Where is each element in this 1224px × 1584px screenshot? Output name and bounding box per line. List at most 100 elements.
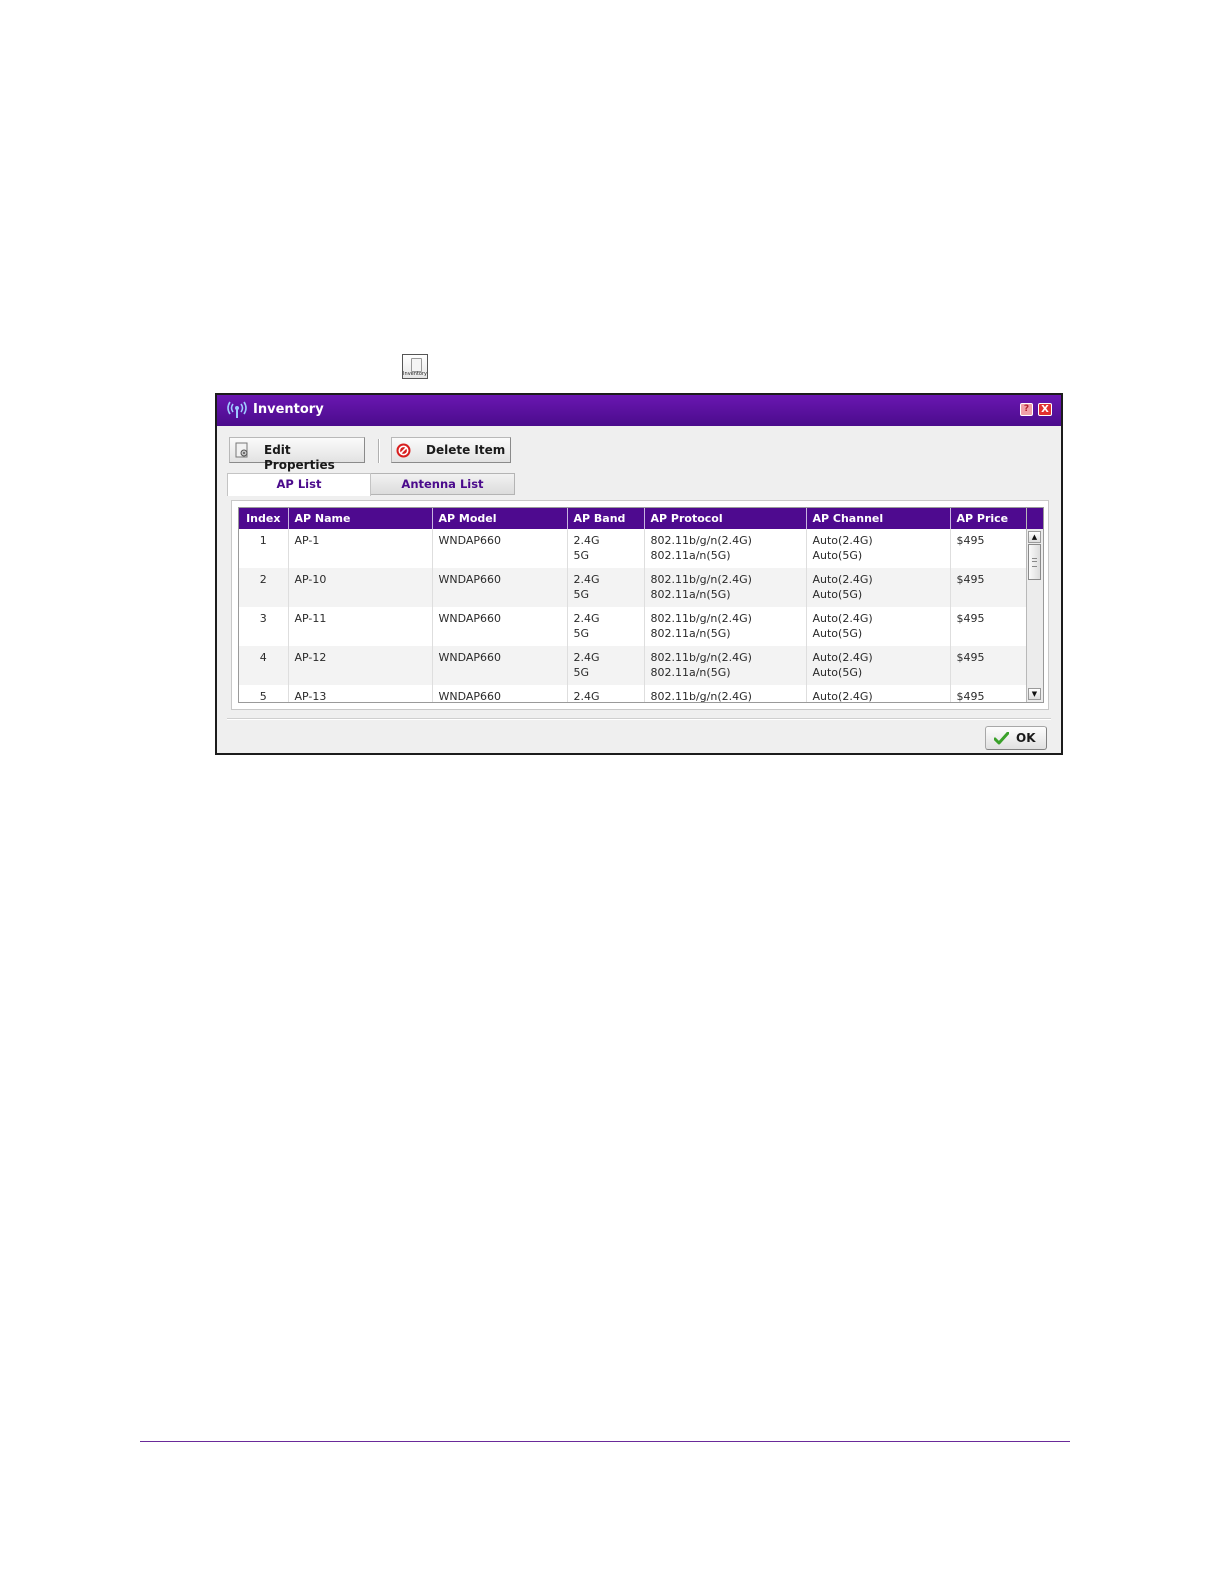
cell-ap-protocol: 802.11b/g/n(2.4G) 802.11a/n(5G) [644, 607, 807, 646]
column-header-ap-price[interactable]: AP Price [950, 508, 1027, 529]
cell-ap-band: 2.4G 5G [567, 529, 645, 568]
band-line: 2.4G [573, 651, 600, 664]
band-line: 5G [573, 627, 590, 640]
table-row[interactable]: 4 AP-12 WNDAP660 2.4G 5G 802.11b/g/n(2.4G… [239, 646, 1027, 685]
cell-ap-model: WNDAP660 [432, 607, 568, 646]
cell-ap-model: WNDAP660 [432, 529, 568, 568]
band-line: 2.4G [573, 573, 600, 586]
page-footer-rule [140, 1441, 1070, 1442]
table-scrollbar[interactable]: ▲ ▼ [1026, 508, 1043, 702]
wireless-antenna-icon [227, 401, 247, 418]
protocol-line: 802.11b/g/n(2.4G) [650, 690, 752, 703]
scroll-down-icon[interactable]: ▼ [1028, 688, 1041, 700]
tab-antenna-list[interactable]: Antenna List [370, 473, 515, 495]
cell-ap-protocol: 802.11b/g/n(2.4G) 802.11a/n(5G) [644, 646, 807, 685]
table-row[interactable]: 5 AP-13 WNDAP660 2.4G 802.11b/g/n(2.4G) … [239, 685, 1027, 703]
column-header-ap-name[interactable]: AP Name [288, 508, 433, 529]
column-header-ap-channel[interactable]: AP Channel [806, 508, 951, 529]
cell-index: 1 [239, 529, 289, 568]
band-line: 2.4G [573, 690, 600, 703]
channel-line: Auto(5G) [812, 588, 863, 601]
channel-line: Auto(2.4G) [812, 573, 873, 586]
cell-ap-channel: Auto(2.4G) Auto(5G) [806, 529, 951, 568]
cell-ap-name: AP-13 [288, 685, 433, 702]
cell-ap-protocol: 802.11b/g/n(2.4G) [644, 685, 807, 703]
cell-ap-name: AP-11 [288, 607, 433, 646]
protocol-line: 802.11a/n(5G) [650, 627, 731, 640]
cell-index: 5 [239, 685, 289, 702]
cell-ap-channel: Auto(2.4G) Auto(5G) [806, 607, 951, 646]
channel-line: Auto(5G) [812, 627, 863, 640]
table-header-row: Index AP Name AP Model AP Band AP Protoc… [239, 508, 1027, 529]
cell-ap-band: 2.4G 5G [567, 646, 645, 685]
cell-index: 3 [239, 607, 289, 646]
protocol-line: 802.11a/n(5G) [650, 549, 731, 562]
column-header-index[interactable]: Index [239, 508, 289, 529]
dialog-title: Inventory [253, 402, 324, 417]
tab-ap-list[interactable]: AP List [227, 473, 371, 496]
cell-ap-band: 2.4G [567, 685, 645, 703]
protocol-line: 802.11a/n(5G) [650, 666, 731, 679]
band-line: 5G [573, 549, 590, 562]
cell-ap-model: WNDAP660 [432, 685, 568, 702]
table-row[interactable]: 3 AP-11 WNDAP660 2.4G 5G 802.11b/g/n(2.4G… [239, 607, 1027, 646]
dialog-titlebar: Inventory ? X [217, 395, 1061, 426]
cell-ap-price: $495 [950, 646, 1027, 685]
protocol-line: 802.11b/g/n(2.4G) [650, 573, 752, 586]
channel-line: Auto(2.4G) [812, 612, 873, 625]
cell-ap-price: $495 [950, 607, 1027, 646]
channel-line: Auto(5G) [812, 549, 863, 562]
column-header-ap-band[interactable]: AP Band [567, 508, 645, 529]
close-icon[interactable]: X [1038, 403, 1052, 416]
scrollbar-thumb[interactable] [1028, 544, 1041, 580]
toolbar-divider [378, 439, 380, 463]
ok-button[interactable]: OK [985, 726, 1047, 750]
channel-line: Auto(2.4G) [812, 534, 873, 547]
footer-divider [227, 718, 1051, 720]
cell-ap-name: AP-1 [288, 529, 433, 568]
cell-ap-model: WNDAP660 [432, 646, 568, 685]
cell-ap-price: $495 [950, 529, 1027, 568]
cell-ap-channel: Auto(2.4G) [806, 685, 951, 703]
check-icon [994, 732, 1009, 745]
delete-item-label: Delete Item [426, 443, 506, 457]
table-row[interactable]: 1 AP-1 WNDAP660 2.4G 5G 802.11b/g/n(2.4G)… [239, 529, 1027, 568]
cell-ap-price: $495 [950, 685, 1027, 702]
ap-table: Index AP Name AP Model AP Band AP Protoc… [239, 508, 1027, 703]
cell-index: 2 [239, 568, 289, 607]
channel-line: Auto(5G) [812, 666, 863, 679]
inventory-icon-caption: Inventory [403, 371, 427, 377]
ap-list-panel: Index AP Name AP Model AP Band AP Protoc… [231, 500, 1049, 710]
scroll-up-icon[interactable]: ▲ [1028, 531, 1041, 543]
edit-properties-button[interactable]: Edit Properties [229, 437, 365, 472]
protocol-line: 802.11b/g/n(2.4G) [650, 651, 752, 664]
cell-ap-name: AP-10 [288, 568, 433, 607]
edit-properties-icon [235, 442, 248, 458]
cell-ap-name: AP-12 [288, 646, 433, 685]
delete-icon [396, 443, 411, 458]
inventory-dialog: Inventory ? X Edit Properties Delete Ite… [215, 393, 1063, 755]
band-line: 5G [573, 588, 590, 601]
channel-line: Auto(2.4G) [812, 690, 873, 703]
column-header-ap-protocol[interactable]: AP Protocol [644, 508, 807, 529]
inventory-icon[interactable]: Inventory [402, 354, 428, 379]
cell-ap-price: $495 [950, 568, 1027, 607]
cell-ap-channel: Auto(2.4G) Auto(5G) [806, 568, 951, 607]
cell-ap-channel: Auto(2.4G) Auto(5G) [806, 646, 951, 685]
help-icon[interactable]: ? [1020, 403, 1033, 416]
delete-item-button[interactable]: Delete Item [391, 437, 511, 463]
ok-label: OK [1016, 731, 1036, 745]
cell-index: 4 [239, 646, 289, 685]
scrollbar-grip [1032, 558, 1037, 567]
cell-ap-protocol: 802.11b/g/n(2.4G) 802.11a/n(5G) [644, 529, 807, 568]
cell-ap-band: 2.4G 5G [567, 568, 645, 607]
protocol-line: 802.11b/g/n(2.4G) [650, 612, 752, 625]
protocol-line: 802.11a/n(5G) [650, 588, 731, 601]
protocol-line: 802.11b/g/n(2.4G) [650, 534, 752, 547]
column-header-ap-model[interactable]: AP Model [432, 508, 568, 529]
cell-ap-protocol: 802.11b/g/n(2.4G) 802.11a/n(5G) [644, 568, 807, 607]
cell-ap-model: WNDAP660 [432, 568, 568, 607]
table-row[interactable]: 2 AP-10 WNDAP660 2.4G 5G 802.11b/g/n(2.4G… [239, 568, 1027, 607]
band-line: 5G [573, 666, 590, 679]
band-line: 2.4G [573, 612, 600, 625]
